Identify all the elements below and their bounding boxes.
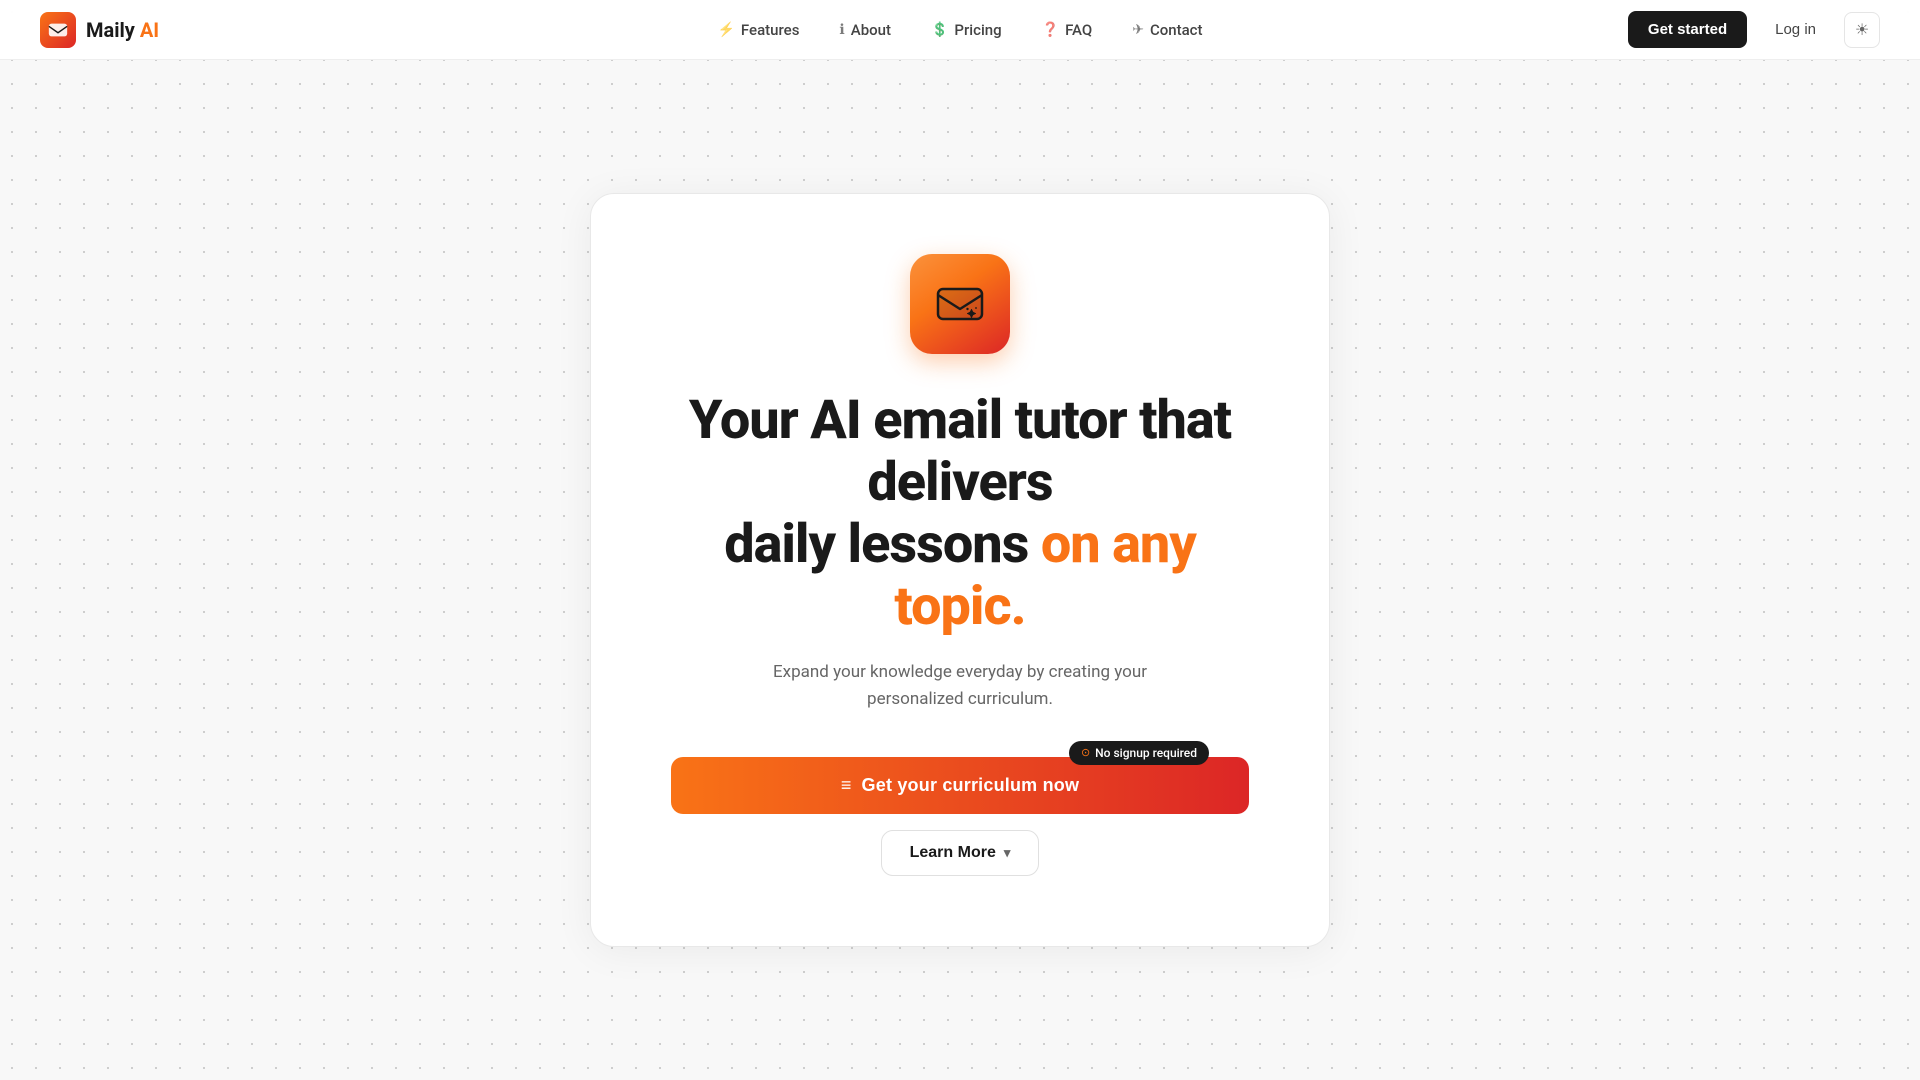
pricing-icon: 💲 — [931, 22, 948, 38]
theme-toggle-button[interactable]: ☀ — [1844, 12, 1880, 48]
no-signup-badge: No signup required — [1069, 741, 1209, 765]
faq-icon: ❓ — [1042, 22, 1059, 38]
main-content: Your AI email tutor that delivers daily … — [0, 0, 1920, 1080]
learn-more-button[interactable]: Learn More ▾ — [881, 830, 1040, 876]
logo-icon — [40, 12, 76, 48]
hero-card: Your AI email tutor that delivers daily … — [590, 193, 1330, 947]
hero-subtitle: Expand your knowledge everyday by creati… — [730, 659, 1190, 713]
nav-actions: Get started Log in ☀ — [1628, 11, 1880, 48]
features-icon: ⚡ — [717, 22, 734, 38]
nav-pricing[interactable]: 💲 Pricing — [915, 13, 1018, 47]
about-icon: ℹ — [839, 22, 844, 38]
hero-title: Your AI email tutor that delivers daily … — [671, 390, 1249, 638]
app-icon — [910, 254, 1010, 354]
get-curriculum-button[interactable]: ≡ Get your curriculum now — [671, 757, 1249, 814]
cta-section: No signup required ≡ Get your curriculum… — [671, 757, 1249, 876]
logo[interactable]: Maily AI — [40, 12, 159, 48]
nav-about[interactable]: ℹ About — [823, 13, 907, 47]
contact-icon: ✈ — [1132, 22, 1144, 38]
get-started-button[interactable]: Get started — [1628, 11, 1747, 48]
login-button[interactable]: Log in — [1759, 11, 1832, 48]
nav-contact[interactable]: ✈ Contact — [1116, 13, 1218, 47]
chevron-down-icon: ▾ — [1004, 845, 1011, 861]
curriculum-icon: ≡ — [841, 775, 852, 796]
brand-name: Maily AI — [86, 18, 159, 42]
app-icon-wrapper — [671, 254, 1249, 354]
nav-links: ⚡ Features ℹ About 💲 Pricing ❓ FAQ ✈ Con… — [701, 13, 1218, 47]
nav-features[interactable]: ⚡ Features — [701, 13, 815, 47]
navbar: Maily AI ⚡ Features ℹ About 💲 Pricing ❓ … — [0, 0, 1920, 60]
nav-faq[interactable]: ❓ FAQ — [1026, 13, 1109, 47]
